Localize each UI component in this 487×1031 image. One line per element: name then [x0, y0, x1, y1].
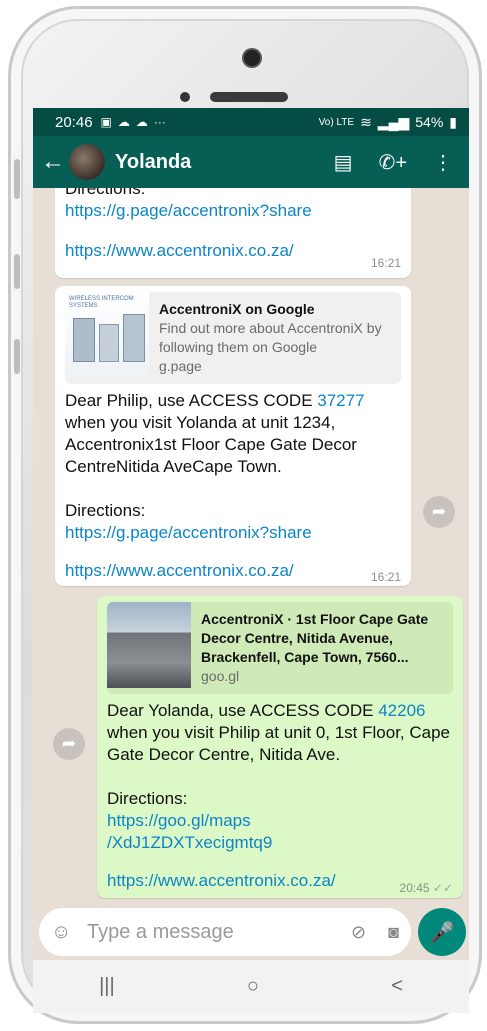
message-text-part: Dear Philip, use ACCESS CODE	[65, 391, 318, 410]
proximity-sensor	[180, 92, 190, 102]
message-time-value: 20:45	[399, 881, 430, 895]
intercom-image	[99, 324, 119, 362]
preview-title: AccentroniX on Google	[159, 301, 315, 317]
message-bubble-outgoing[interactable]: AccentroniX · 1st Floor Cape Gate Decor …	[97, 596, 463, 898]
earpiece-speaker	[210, 92, 288, 102]
message-text: Dear Yolanda, use ACCESS CODE 42206	[107, 700, 453, 722]
more-vert-icon[interactable]: ⋮	[433, 150, 453, 175]
store-icon[interactable]: ▤	[334, 150, 353, 175]
camera-icon[interactable]: ◙	[388, 922, 399, 943]
battery-icon: ▮	[449, 113, 457, 130]
arrow-left-icon[interactable]: ←	[39, 148, 67, 176]
message-link[interactable]: https://g.page/accentronix?share	[65, 200, 401, 222]
message-text: Dear Philip, use ACCESS CODE 37277	[65, 390, 401, 412]
message-placeholder[interactable]: Type a message	[87, 921, 234, 944]
preview-description: Find out more about AccentroniX by follo…	[159, 320, 382, 355]
add-call-icon[interactable]: ✆+	[379, 150, 407, 175]
message-link[interactable]: https://g.page/accentronix?share	[65, 522, 401, 544]
preview-title: AccentroniX · 1st Floor Cape Gate Decor …	[201, 611, 429, 665]
chat-area[interactable]: Directions: https://g.page/accentronix?s…	[33, 188, 469, 908]
mic-button[interactable]: 🎤	[418, 908, 466, 956]
wifi-icon: ≋	[360, 113, 372, 130]
message-time: 20:45 ✓✓	[400, 881, 453, 895]
phone-screen: 20:46 ▣ ☁ ☁ ··· Vo) LTE ≋ ▂▄▆ 54% ▮ ← Yo…	[33, 108, 469, 1013]
intercom-image	[123, 314, 145, 362]
signal-icon: ▂▄▆	[377, 113, 410, 130]
message-text: Directions:	[65, 188, 146, 198]
home-button[interactable]: ○	[247, 975, 259, 998]
access-code[interactable]: 42206	[378, 701, 425, 720]
link-preview[interactable]: AccentroniX · 1st Floor Cape Gate Decor …	[107, 602, 453, 694]
side-button	[14, 254, 20, 289]
message-link[interactable]: https://goo.gl/maps /XdJ1ZDXTxecigmtq9	[107, 810, 307, 854]
thumbnail-caption: WIRELESS INTERCOM SYSTEMS	[69, 296, 134, 309]
more-icon: ···	[153, 115, 166, 129]
preview-domain: goo.gl	[201, 668, 240, 684]
preview-thumbnail: WIRELESS INTERCOM SYSTEMS	[65, 292, 149, 378]
input-bar: ☺ Type a message ⊘ ◙ 🎤	[33, 908, 469, 960]
message-text: when you visit Philip at unit 0, 1st Flo…	[107, 723, 451, 764]
chat-header: ← Yolanda ▤ ✆+ ⋮	[33, 136, 469, 188]
preview-domain: g.page	[159, 358, 202, 374]
contact-name[interactable]: Yolanda	[115, 151, 191, 174]
side-button	[14, 339, 20, 374]
message-time: 16:21	[370, 570, 401, 584]
message-text: when you visit Yolanda at unit 1234, Acc…	[65, 413, 357, 476]
status-time: 20:46	[55, 113, 93, 131]
message-bubble-incoming[interactable]: WIRELESS INTERCOM SYSTEMS AccentroniX on…	[55, 286, 411, 586]
link-preview[interactable]: WIRELESS INTERCOM SYSTEMS AccentroniX on…	[65, 292, 401, 384]
back-button[interactable]: <	[391, 975, 403, 998]
message-text-part: Dear Yolanda, use ACCESS CODE	[107, 701, 379, 720]
forward-icon[interactable]: ➦	[423, 496, 455, 528]
status-bar: 20:46 ▣ ☁ ☁ ··· Vo) LTE ≋ ▂▄▆ 54% ▮	[33, 108, 469, 136]
directions-label: Directions:	[65, 501, 146, 520]
message-link[interactable]: https://www.accentronix.co.za/	[65, 240, 401, 262]
avatar[interactable]	[69, 144, 105, 180]
intercom-image	[73, 318, 95, 362]
system-nav-bar: ||| ○ <	[33, 960, 469, 1013]
preview-thumbnail	[107, 602, 191, 688]
message-bubble-incoming[interactable]: Directions: https://g.page/accentronix?s…	[55, 188, 411, 278]
paperclip-icon[interactable]: ⊘	[351, 922, 366, 943]
access-code[interactable]: 37277	[317, 391, 364, 410]
cloud-icon: ☁	[135, 115, 148, 129]
volume-button	[14, 159, 20, 199]
battery-level: 54%	[415, 114, 444, 130]
cloud-icon: ☁	[117, 115, 130, 129]
message-link[interactable]: https://www.accentronix.co.za/	[65, 560, 401, 582]
image-icon: ▣	[100, 115, 112, 129]
emoji-icon[interactable]: ☺	[51, 921, 79, 944]
message-time: 16:21	[370, 256, 401, 270]
forward-icon[interactable]: ➦	[53, 728, 85, 760]
front-camera	[244, 50, 260, 66]
volte-icon: Vo) LTE	[318, 116, 355, 128]
recents-button[interactable]: |||	[99, 975, 115, 998]
message-input[interactable]: ☺ Type a message ⊘ ◙	[39, 908, 411, 956]
read-ticks-icon: ✓✓	[432, 881, 453, 895]
directions-label: Directions:	[107, 789, 188, 808]
